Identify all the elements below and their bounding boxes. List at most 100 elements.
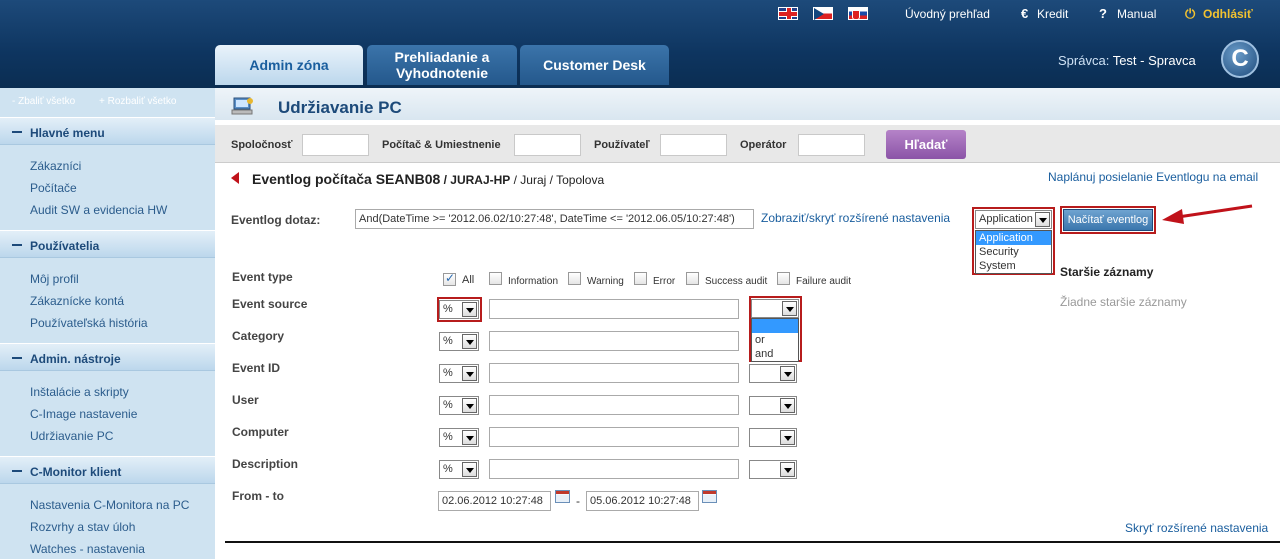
checkbox-warning[interactable]	[568, 272, 581, 285]
logic-dropdown: or and	[751, 318, 799, 362]
operator-select-computer[interactable]: %	[439, 428, 479, 447]
checkbox-success-audit[interactable]	[686, 272, 699, 285]
hide-advanced-link[interactable]: Skryť rozšírené nastavenia	[1125, 521, 1268, 535]
sidebar-item-c-image[interactable]: C-Image nastavenie	[30, 407, 137, 421]
chevron-down-icon	[462, 430, 477, 445]
user-input[interactable]	[660, 134, 727, 156]
logo: C	[1221, 40, 1259, 78]
log-option-system[interactable]: System	[976, 259, 1051, 273]
chevron-down-icon	[462, 462, 477, 477]
tab-label: Customer Desk	[543, 57, 646, 73]
admin-name[interactable]: Test - Spravca	[1113, 53, 1196, 68]
field-label-event-id: Event ID	[232, 361, 281, 375]
tab-review[interactable]: Prehliadanie a Vyhodnotenie	[367, 45, 517, 85]
operator-input[interactable]	[798, 134, 865, 156]
schedule-eventlog-link[interactable]: Naplánuj posielanie Eventlogu na email	[1048, 170, 1258, 184]
operator-select-user[interactable]: %	[439, 396, 479, 415]
date-to-input[interactable]: 05.06.2012 10:27:48	[586, 491, 699, 511]
checkmark-icon: ✓	[445, 271, 456, 285]
sidebar-section-users[interactable]: Používatelia	[0, 230, 215, 258]
calendar-icon[interactable]	[555, 490, 570, 503]
checkbox-error[interactable]	[634, 272, 647, 285]
company-input[interactable]	[302, 134, 369, 156]
manual-link[interactable]: Manual	[1117, 7, 1156, 21]
event-id-input[interactable]	[489, 363, 739, 383]
operator-value: %	[443, 431, 453, 443]
sidebar-item-schedules[interactable]: Rozvrhy a stav úloh	[30, 520, 135, 534]
checkbox-failure-audit[interactable]	[777, 272, 790, 285]
date-from-input[interactable]: 02.06.2012 10:27:48	[438, 491, 551, 511]
query-input[interactable]: And(DateTime >= '2012.06.02/10:27:48', D…	[355, 209, 754, 229]
logic-select-computer[interactable]	[749, 428, 797, 447]
operator-select-event-source[interactable]: %	[439, 300, 479, 319]
sidebar-section-title: Hlavné menu	[30, 126, 105, 140]
log-option-application[interactable]: Application	[976, 231, 1051, 245]
sidebar-item-watches[interactable]: Watches - nastavenia	[30, 542, 145, 556]
toggle-advanced-link[interactable]: Zobraziť/skryť rozšírené nastavenia	[761, 211, 950, 225]
operator-select-category[interactable]: %	[439, 332, 479, 351]
slovak-flag-icon[interactable]	[848, 7, 868, 20]
search-button[interactable]: Hľadať	[886, 130, 966, 159]
sidebar-section-admin-tools[interactable]: Admin. nástroje	[0, 343, 215, 371]
sidebar-item-customer-accounts[interactable]: Zákaznícke kontá	[30, 294, 124, 308]
company-label: Spoločnosť	[231, 139, 293, 151]
computer-input[interactable]	[514, 134, 581, 156]
logic-option-empty[interactable]	[752, 319, 798, 333]
logic-select-user[interactable]	[749, 396, 797, 415]
log-type-select[interactable]: Application	[975, 210, 1052, 229]
sidebar-item-c-monitor-settings[interactable]: Nastavenia C-Monitora na PC	[30, 498, 189, 512]
logic-select-event-id[interactable]	[749, 364, 797, 383]
user-filter-input[interactable]	[489, 395, 739, 415]
expand-all-link[interactable]: + Rozbaliť všetko	[99, 96, 176, 107]
sidebar-item-audit[interactable]: Audit SW a evidencia HW	[30, 203, 167, 217]
sidebar-section-main-menu[interactable]: Hlavné menu	[0, 117, 215, 145]
logout-link[interactable]: Odhlásiť	[1203, 7, 1253, 21]
help-icon: ?	[1099, 6, 1107, 21]
red-arrow-icon	[1162, 204, 1253, 224]
admin-prefix: Správca:	[1058, 53, 1110, 68]
tab-admin-zone[interactable]: Admin zóna	[215, 45, 363, 85]
tab-customer-desk[interactable]: Customer Desk	[520, 45, 669, 85]
sidebar-item-installs[interactable]: Inštalácie a skripty	[30, 385, 129, 399]
field-label-category: Category	[232, 329, 285, 343]
logic-select-description[interactable]	[749, 460, 797, 479]
category-input[interactable]	[489, 331, 739, 351]
chevron-down-icon	[780, 366, 795, 381]
logic-select-event-source[interactable]	[751, 299, 799, 318]
czech-flag-icon[interactable]	[813, 7, 833, 20]
credit-link[interactable]: Kredit	[1037, 7, 1068, 21]
calendar-icon[interactable]	[702, 490, 717, 503]
sidebar-item-computers[interactable]: Počítače	[30, 181, 77, 195]
computer-filter-input[interactable]	[489, 427, 739, 447]
sidebar-section-c-monitor[interactable]: C-Monitor klient	[0, 456, 215, 484]
chevron-down-icon	[780, 398, 795, 413]
collapse-all-link[interactable]: - Zbaliť všetko	[12, 96, 75, 107]
operator-select-event-id[interactable]: %	[439, 364, 479, 383]
log-type-selected: Application	[979, 213, 1033, 225]
overview-link[interactable]: Úvodný prehľad	[905, 7, 990, 21]
log-option-security[interactable]: Security	[976, 245, 1051, 259]
back-arrow-icon[interactable]	[231, 172, 239, 184]
sidebar-item-user-history[interactable]: Používateľská história	[30, 316, 148, 330]
chevron-down-icon	[462, 334, 477, 349]
sidebar-item-pc-maintenance[interactable]: Udržiavanie PC	[30, 429, 113, 443]
checkbox-information[interactable]	[489, 272, 502, 285]
sidebar-item-my-profile[interactable]: Môj profil	[30, 272, 79, 286]
english-flag-icon[interactable]	[778, 7, 798, 20]
eventlog-host: / JURAJ-HP	[440, 173, 511, 187]
logic-option-and[interactable]: and	[752, 347, 798, 361]
query-label: Eventlog dotaz:	[231, 213, 321, 227]
load-eventlog-button[interactable]: Načítať eventlog	[1063, 209, 1153, 231]
logic-option-or[interactable]: or	[752, 333, 798, 347]
sidebar-item-customers[interactable]: Zákazníci	[30, 159, 81, 173]
older-records-empty: Žiadne staršie záznamy	[1060, 295, 1187, 309]
description-input[interactable]	[489, 459, 739, 479]
chevron-down-icon	[782, 301, 797, 316]
checkbox-success-audit-label: Success audit	[705, 276, 768, 287]
event-source-input[interactable]	[489, 299, 739, 319]
checkbox-all[interactable]: ✓	[443, 271, 456, 286]
chevron-down-icon	[780, 430, 795, 445]
operator-select-description[interactable]: %	[439, 460, 479, 479]
event-type-label: Event type	[232, 270, 293, 284]
from-to-label: From - to	[232, 489, 284, 503]
